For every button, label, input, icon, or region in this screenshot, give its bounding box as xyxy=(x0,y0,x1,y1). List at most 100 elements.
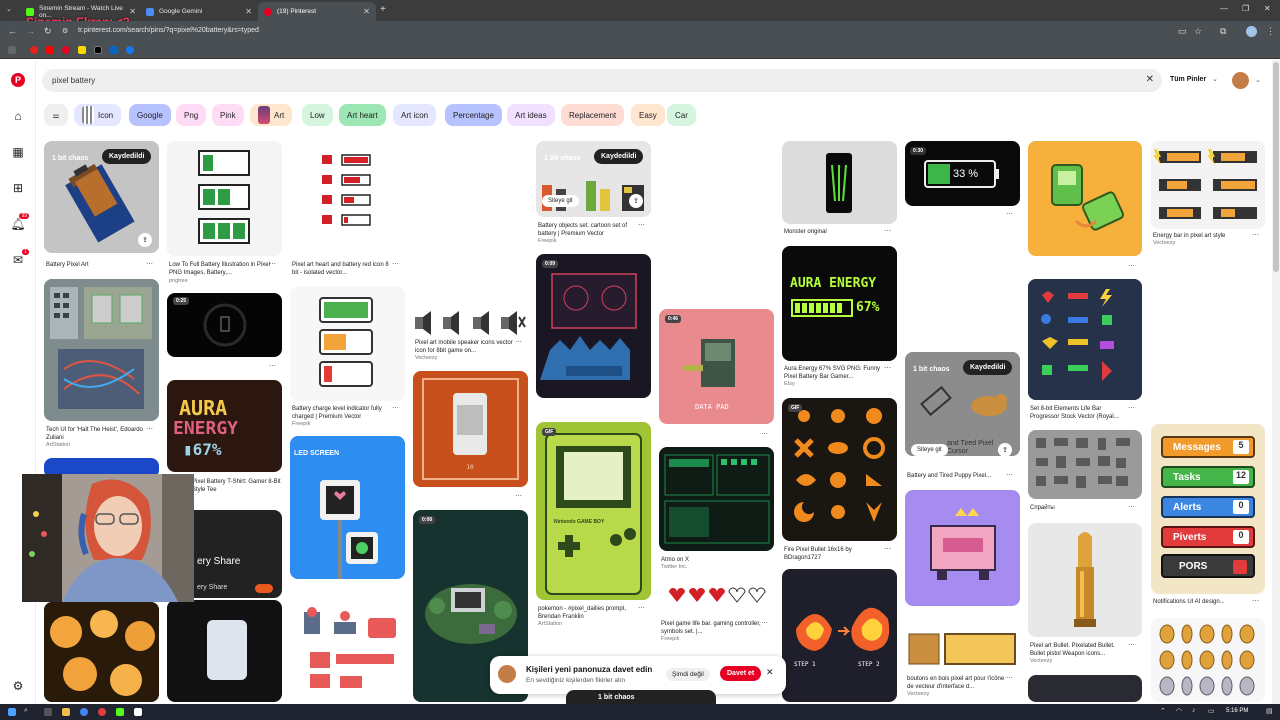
more-options-icon[interactable]: ⋯ xyxy=(1252,231,1259,239)
more-options-icon[interactable]: ⋯ xyxy=(269,260,276,268)
pin-dark-partial[interactable] xyxy=(1028,675,1142,702)
pin-pixel-bullet[interactable] xyxy=(1028,523,1142,637)
saved-button[interactable]: Kaydedildi xyxy=(102,149,152,164)
pin-battery-pixel-art[interactable]: 1 bit chaos Kaydedildi ⇪ xyxy=(44,141,159,253)
user-avatar[interactable] xyxy=(1232,72,1249,89)
more-options-icon[interactable]: ⋯ xyxy=(515,492,522,500)
chip-easy[interactable]: Easy xyxy=(631,104,665,126)
app-icon[interactable] xyxy=(98,708,106,716)
browser-menu-icon[interactable]: ⋮ xyxy=(1266,26,1275,37)
saved-button[interactable]: Kaydedildi xyxy=(963,360,1013,375)
chip-art-icon[interactable]: Art icon xyxy=(393,104,437,126)
windows-start-icon[interactable] xyxy=(8,708,16,716)
pin-pixel-machine[interactable]: 0:09 xyxy=(536,254,651,398)
network-icon[interactable]: ◠ xyxy=(1176,707,1182,715)
visit-site-button[interactable]: Siteye git xyxy=(542,195,579,207)
tray-chevron-icon[interactable]: ⌃ xyxy=(1160,707,1166,715)
share-icon[interactable]: ⇪ xyxy=(998,443,1012,456)
more-options-icon[interactable]: ⋯ xyxy=(1006,674,1013,682)
filter-button[interactable]: ⚌ xyxy=(44,104,68,126)
pin-caption[interactable]: Atmo on X xyxy=(661,556,689,564)
more-options-icon[interactable]: ⋯ xyxy=(1252,597,1259,605)
tab-pinterest[interactable]: (19) Pinterest ✕ xyxy=(258,2,376,21)
pin-heart-battery[interactable] xyxy=(290,141,405,256)
more-options-icon[interactable]: ⋯ xyxy=(761,430,768,438)
back-icon[interactable]: ← xyxy=(8,26,17,36)
pin-pokemon-gameboy[interactable]: GIF Nintendo GAME BOY xyxy=(536,422,651,600)
saved-button[interactable]: Kaydedildi xyxy=(594,149,644,164)
pin-pixel-gadgets[interactable] xyxy=(1028,141,1142,256)
pin-caption[interactable]: Energy bar in pixel art style xyxy=(1153,232,1225,240)
chip-png[interactable]: Png xyxy=(176,104,207,126)
volume-icon[interactable]: ♪ xyxy=(1192,707,1196,714)
share-icon[interactable]: ⇪ xyxy=(138,233,152,247)
pin-caption[interactable]: Pixel art Bullet. Pixelated Bullet. Bull… xyxy=(1030,642,1130,658)
chip-replacement[interactable]: Replacement xyxy=(561,104,625,126)
settings-gear-icon[interactable]: ⚙ xyxy=(10,678,26,694)
pin-caption[interactable]: Battery and Tired Puppy Pixel... xyxy=(907,472,991,480)
invite-button[interactable]: Davet et xyxy=(720,666,762,681)
more-options-icon[interactable]: ⋯ xyxy=(884,364,891,372)
linkedin-bookmark-icon[interactable] xyxy=(110,46,118,54)
pinterest-bookmark-icon[interactable] xyxy=(62,46,70,54)
profile-avatar[interactable] xyxy=(1246,26,1257,37)
tab-gemini[interactable]: Google Gemini ✕ xyxy=(140,2,258,21)
pin-golden-lights[interactable] xyxy=(44,602,159,702)
pin-data-pad[interactable]: 0:46 DATA PAD xyxy=(659,309,774,424)
close-tab-icon[interactable]: ✕ xyxy=(245,7,252,16)
chip-art[interactable]: Art xyxy=(250,104,293,126)
more-options-icon[interactable]: ⋯ xyxy=(884,227,891,235)
tiktok-bookmark-icon[interactable] xyxy=(94,46,102,54)
search-input[interactable]: pixel battery ✕ xyxy=(42,69,1162,92)
chip-car[interactable]: Car xyxy=(667,104,696,126)
more-options-icon[interactable]: ⋯ xyxy=(1128,641,1135,649)
close-toast-icon[interactable]: ✕ xyxy=(766,667,774,678)
pin-caption[interactable]: Tech UI for 'Halt The Heist', Edoardo Zu… xyxy=(46,426,146,442)
taskbar-clock[interactable]: 5:16 PM xyxy=(1226,708,1248,714)
forward-icon[interactable]: → xyxy=(26,26,35,36)
chip-percentage[interactable]: Percentage xyxy=(445,104,502,126)
more-options-icon[interactable]: ⋯ xyxy=(1006,471,1013,479)
more-options-icon[interactable]: ⋯ xyxy=(1128,503,1135,511)
more-options-icon[interactable]: ⋯ xyxy=(884,545,891,553)
chip-art-heart[interactable]: Art heart xyxy=(339,104,386,126)
facebook-bookmark-icon[interactable] xyxy=(126,46,134,54)
pin-aura-energy-67[interactable]: AURA ENERGY 67% xyxy=(782,246,897,361)
app-icon[interactable] xyxy=(134,708,142,716)
pin-fire-steps[interactable]: STEP 1 STEP 2 xyxy=(782,569,897,702)
more-options-icon[interactable]: ⋯ xyxy=(761,619,768,627)
pin-sprites[interactable] xyxy=(1028,430,1142,499)
chip-pink[interactable]: Pink xyxy=(212,104,244,126)
maximize-icon[interactable]: ❐ xyxy=(1242,4,1249,13)
youtube-bookmark-icon[interactable] xyxy=(46,46,54,54)
pin-caption[interactable]: Pixel Battery T-Shirt: Gamer 8-Bit Style… xyxy=(192,478,282,494)
pin-caption[interactable]: Battery Pixel Art xyxy=(46,261,89,269)
cast-icon[interactable]: ▭ xyxy=(1178,26,1187,37)
site-info-icon[interactable]: ⚙ xyxy=(62,27,68,35)
pin-battery-objects[interactable]: 1 bit chaos Kaydedildi Siteye git ⇪ xyxy=(536,141,651,217)
new-tab-button[interactable]: + xyxy=(380,4,386,15)
pin-monster-original[interactable] xyxy=(782,141,897,224)
pin-notifications-ui[interactable]: Messages 5 Tasks 12 Alerts 0 Piverts 0 P… xyxy=(1151,424,1265,594)
bookmark-star-icon[interactable]: ☆ xyxy=(1194,26,1202,37)
chip-art-ideas[interactable]: Art ideas xyxy=(507,104,555,126)
notifications-icon[interactable]: 🔔︎ 99 xyxy=(10,213,29,232)
bookmark-icon[interactable] xyxy=(78,46,86,54)
pin-caption[interactable]: pokemon - #pixel_dailies prompt, Brendan… xyxy=(538,605,638,621)
pin-phone-hand[interactable] xyxy=(167,600,282,702)
chip-icon[interactable]: Icon xyxy=(74,104,122,126)
account-chevron-icon[interactable]: ⌄ xyxy=(1255,76,1261,84)
pin-led-screen[interactable]: LED SCREEN xyxy=(290,436,405,579)
pin-caption[interactable]: Monster original xyxy=(784,228,827,236)
chip-google[interactable]: Google xyxy=(129,104,171,126)
chrome-icon[interactable] xyxy=(80,708,88,716)
more-options-icon[interactable]: ⋯ xyxy=(1128,262,1135,270)
close-tab-icon[interactable]: ✕ xyxy=(129,7,136,16)
pin-tech-ui[interactable] xyxy=(44,279,159,421)
share-icon[interactable]: ⇪ xyxy=(629,194,643,208)
pin-pink-robot[interactable] xyxy=(905,490,1020,606)
kick-app-icon[interactable] xyxy=(116,708,124,716)
board-name[interactable]: 1 bit chaos xyxy=(52,155,89,162)
chevron-down-icon[interactable]: ⌄ xyxy=(1212,75,1218,83)
create-icon[interactable]: ⊞ xyxy=(10,180,26,196)
